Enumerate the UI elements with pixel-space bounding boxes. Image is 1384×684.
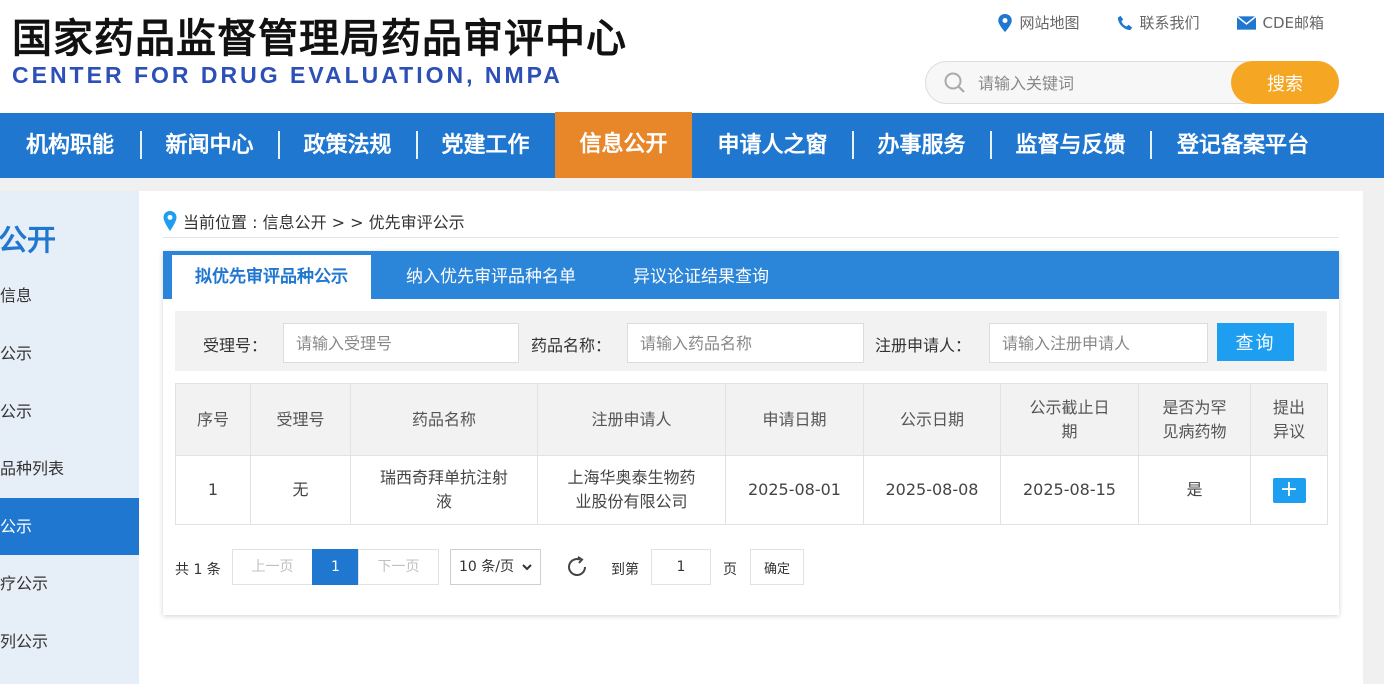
pagination: 共 1 条 上一页 1 下一页 10 条/页 到第 页 确定	[175, 549, 875, 585]
accept-no-label: 受理号：	[203, 336, 268, 355]
sidebar-item-priority-review[interactable]: 公示	[0, 498, 139, 555]
search-input[interactable]	[978, 72, 1248, 94]
site-subtitle: CENTER FOR DRUG EVALUATION, NMPA	[12, 62, 563, 88]
table-header-row: 序号 受理号 药品名称 注册申请人 申请日期 公示日期 公示截止日期 是否为罕见…	[175, 383, 1328, 456]
main-content: 当前位置 : 信息公开 > > 优先审评公示 拟优先审评品种公示 纳入优先审评品…	[139, 191, 1363, 684]
column-header: 是否为罕见病药物	[1138, 383, 1251, 456]
column-header: 序号	[175, 383, 251, 456]
sidebar-item[interactable]: 品种列表	[0, 440, 139, 497]
sidebar-item-label: 公示	[0, 517, 33, 536]
column-header: 公示截止日期	[1000, 383, 1139, 456]
refresh-icon[interactable]	[565, 555, 589, 579]
mail-icon	[1237, 15, 1257, 30]
cell-drug-name: 瑞西奇拜单抗注射液	[350, 455, 538, 525]
nav-item-registration[interactable]: 登记备案平台	[1151, 113, 1335, 178]
page-suffix: 页	[723, 562, 737, 578]
results-table: 序号 受理号 药品名称 注册申请人 申请日期 公示日期 公示截止日期 是否为罕见…	[175, 383, 1328, 525]
sidebar-title: 公开	[0, 223, 57, 257]
contact-label: 联系我们	[1139, 14, 1200, 32]
nav-item-news[interactable]: 新闻中心	[141, 113, 278, 178]
accept-no-input[interactable]	[283, 323, 519, 363]
applicant-label: 注册申请人：	[875, 336, 972, 355]
mail-label: CDE邮箱	[1262, 14, 1324, 32]
top-links: 网站地图 联系我们 CDE邮箱	[997, 12, 1324, 33]
column-header: 提出异议	[1250, 383, 1328, 456]
sidebar: 公开 信息 公示 公示 品种列表 公示 疗公示 列公示	[0, 191, 139, 684]
goto-label: 到第	[611, 562, 639, 578]
search-box	[925, 61, 1265, 104]
breadcrumb-text: 当前位置 : 信息公开 > > 优先审评公示	[183, 213, 465, 232]
phone-icon	[1118, 15, 1133, 30]
chevron-down-icon	[522, 564, 532, 571]
nav-item-policy[interactable]: 政策法规	[279, 113, 416, 178]
drug-name-input[interactable]	[627, 323, 864, 363]
add-objection-button[interactable]: +	[1272, 477, 1306, 503]
tab-proposed-priority[interactable]: 拟优先审评品种公示	[172, 255, 371, 299]
sidebar-item-label: 列公示	[0, 632, 49, 651]
filter-bar: 受理号： 药品名称： 注册申请人： 查询	[175, 311, 1327, 371]
sitemap-label: 网站地图	[1019, 14, 1080, 32]
tab-included-list[interactable]: 纳入优先审评品种名单	[391, 251, 591, 299]
page-button-current[interactable]: 1	[312, 549, 359, 585]
tab-bar: 拟优先审评品种公示 纳入优先审评品种名单 异议论证结果查询	[163, 251, 1339, 299]
sidebar-item-label: 疗公示	[0, 574, 49, 593]
column-header: 受理号	[250, 383, 351, 456]
cell-rare-disease: 是	[1138, 455, 1251, 525]
breadcrumb: 当前位置 : 信息公开 > > 优先审评公示	[163, 209, 465, 233]
cell-deadline: 2025-08-15	[1000, 455, 1139, 525]
nav-item-services[interactable]: 办事服务	[853, 113, 990, 178]
nav-item-applicant[interactable]: 申请人之窗	[693, 113, 852, 178]
next-page-button[interactable]: 下一页	[358, 549, 439, 585]
search-icon	[944, 72, 965, 93]
column-header: 注册申请人	[537, 383, 726, 456]
column-header: 申请日期	[725, 383, 864, 456]
cell-applicant: 上海华奥泰生物药业股份有限公司	[537, 455, 726, 525]
location-pin-icon	[998, 13, 1013, 32]
sidebar-item-label: 公示	[0, 344, 33, 363]
total-count: 共 1 条	[175, 562, 221, 578]
mail-link[interactable]: CDE邮箱	[1237, 12, 1324, 33]
contact-link[interactable]: 联系我们	[1117, 12, 1199, 33]
search-button[interactable]: 搜索	[1231, 61, 1339, 104]
cell-apply-date: 2025-08-01	[725, 455, 864, 525]
site-title: 国家药品监督管理局药品审评中心	[12, 16, 627, 62]
sidebar-item[interactable]: 信息	[0, 267, 139, 324]
cell-accept-no: 无	[250, 455, 351, 525]
sitemap-link[interactable]: 网站地图	[997, 12, 1079, 33]
table-row: 1 无 瑞西奇拜单抗注射液 上海华奥泰生物药业股份有限公司 2025-08-01…	[175, 455, 1328, 525]
goto-page-input[interactable]	[651, 549, 711, 585]
cell-objection: +	[1250, 455, 1328, 525]
nav-item-supervision[interactable]: 监督与反馈	[991, 113, 1150, 178]
sidebar-item[interactable]: 列公示	[0, 613, 139, 670]
priority-review-panel: 拟优先审评品种公示 纳入优先审评品种名单 异议论证结果查询 受理号： 药品名称：…	[163, 251, 1339, 615]
sidebar-item-label: 品种列表	[0, 459, 65, 478]
nav-item-info-public[interactable]: 信息公开	[555, 112, 692, 178]
search-area: 搜索	[925, 61, 1339, 104]
sidebar-item-label: 信息	[0, 286, 33, 305]
location-pin-icon	[163, 211, 177, 231]
nav-item-institution[interactable]: 机构职能	[0, 113, 140, 178]
divider	[163, 237, 1339, 238]
drug-name-label: 药品名称：	[531, 336, 612, 355]
goto-confirm-button[interactable]: 确定	[750, 549, 804, 585]
sidebar-item[interactable]: 疗公示	[0, 555, 139, 612]
sidebar-item-label: 公示	[0, 402, 33, 421]
cell-publish-date: 2025-08-08	[863, 455, 1001, 525]
sidebar-item[interactable]: 公示	[0, 325, 139, 382]
tab-objection-results[interactable]: 异议论证结果查询	[621, 251, 781, 299]
page-size-value: 10 条/页	[459, 559, 514, 575]
page-size-select[interactable]: 10 条/页	[450, 549, 541, 585]
sidebar-item[interactable]: 公示	[0, 383, 139, 440]
header: 国家药品监督管理局药品审评中心 CENTER FOR DRUG EVALUATI…	[0, 0, 1384, 113]
applicant-input[interactable]	[989, 323, 1208, 363]
column-header: 公示日期	[863, 383, 1001, 456]
nav-item-party[interactable]: 党建工作	[417, 113, 554, 178]
cell-index: 1	[175, 455, 251, 525]
prev-page-button[interactable]: 上一页	[232, 549, 313, 585]
main-nav: 机构职能 新闻中心 政策法规 党建工作 信息公开 申请人之窗 办事服务 监督与反…	[0, 112, 1384, 178]
column-header: 药品名称	[350, 383, 538, 456]
query-button[interactable]: 查询	[1217, 323, 1294, 361]
